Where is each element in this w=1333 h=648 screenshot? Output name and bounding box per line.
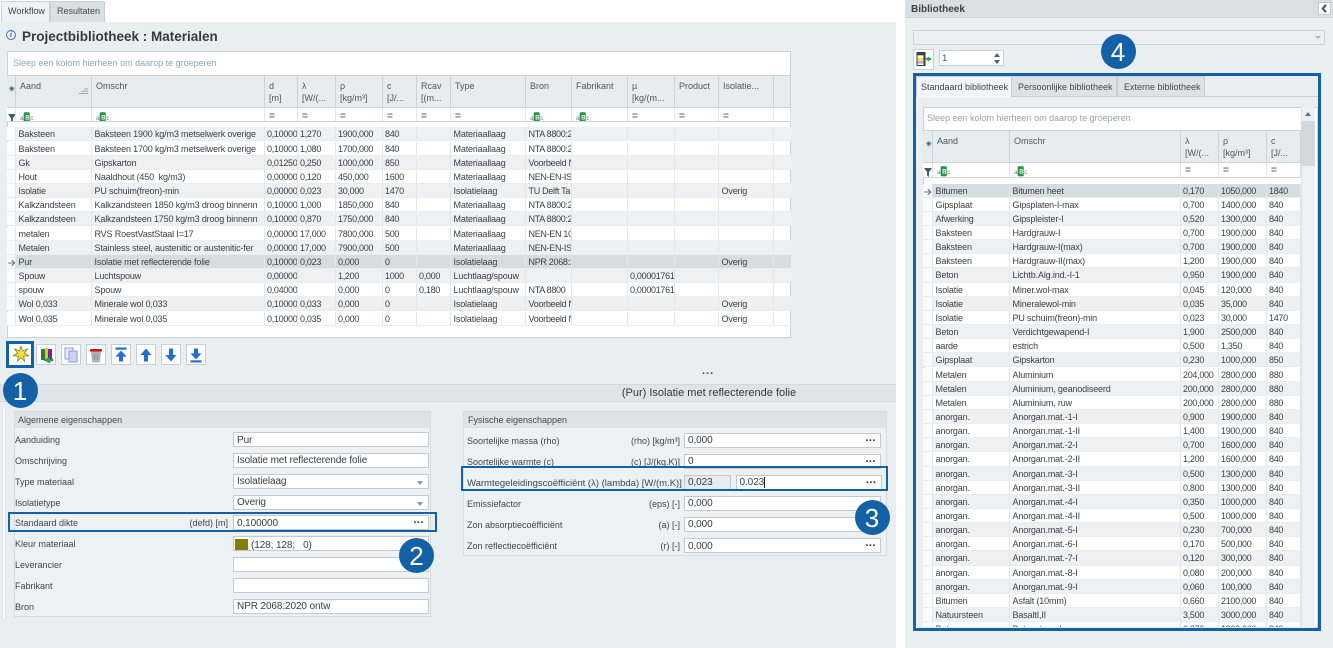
svg-text:c: c — [540, 115, 544, 121]
svg-text:a: a — [20, 115, 24, 121]
svg-text:a: a — [96, 115, 100, 121]
svg-text:c: c — [106, 115, 110, 121]
svg-text:c: c — [586, 115, 590, 121]
svg-text:a: a — [937, 169, 941, 176]
svg-text:c: c — [1024, 169, 1028, 176]
svg-text:c: c — [947, 169, 951, 176]
svg-text:c: c — [30, 115, 34, 121]
svg-text:a: a — [576, 115, 580, 121]
svg-text:a: a — [530, 115, 534, 121]
svg-text:a: a — [1014, 169, 1018, 176]
